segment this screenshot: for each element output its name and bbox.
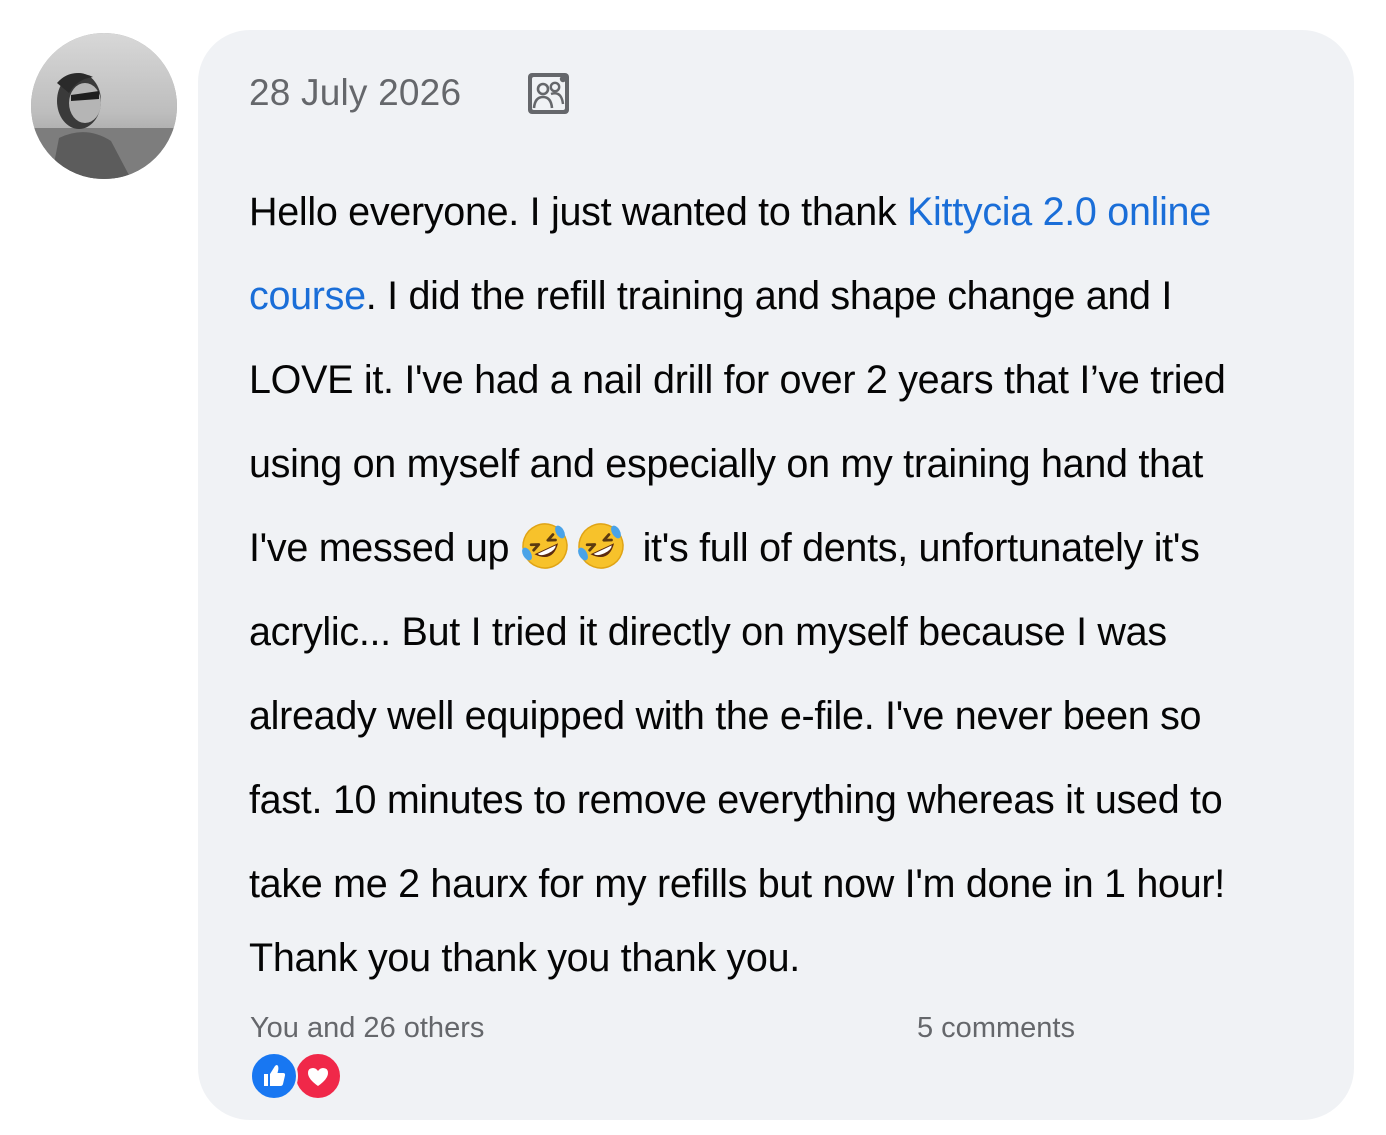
comments-count[interactable]: 5 comments (917, 1012, 1075, 1045)
rolling-on-floor-laughing-icon (576, 516, 626, 569)
post-body: Hello everyone. I just wanted to thank K… (249, 170, 1309, 1000)
post-body-line: take me 2 haurx for my refills but now I… (249, 862, 1225, 906)
post-card: 28 July 2026 Hello everyone. I just want… (198, 30, 1354, 1120)
love-icon (294, 1052, 342, 1100)
reaction-icons[interactable] (250, 1052, 350, 1100)
user-avatar[interactable] (31, 33, 177, 179)
post-text: it's full of dents, unfortunately it's (631, 526, 1200, 570)
reactions-summary[interactable]: You and 26 others (250, 1012, 484, 1045)
post-body-line: already well equipped with the e-file. I… (249, 694, 1202, 738)
rolling-on-floor-laughing-icon (520, 516, 570, 569)
post-body-line: Hello everyone. I just wanted to thank K… (249, 170, 1309, 254)
post-text: Hello everyone. I just wanted to thank (249, 190, 907, 234)
post-date[interactable]: 28 July 2026 (249, 72, 461, 114)
post-body-line: I've messed up it's full of dents, unfor… (249, 506, 1309, 590)
course-link-continued[interactable]: course (249, 274, 366, 318)
group-audience-icon (527, 72, 570, 115)
post-text: I've messed up (249, 526, 520, 570)
post-body-line: acrylic... But I tried it directly on my… (249, 610, 1167, 654)
post-body-line: Thank you thank you thank you. (249, 936, 800, 980)
course-link[interactable]: Kittycia 2.0 online (907, 190, 1211, 234)
post-text: . I did the refill training and shape ch… (365, 274, 1173, 318)
like-icon (250, 1052, 298, 1100)
post-body-line: using on myself and especially on my tra… (249, 442, 1204, 486)
post-body-line: course. I did the refill training and sh… (249, 254, 1309, 338)
post-body-line: fast. 10 minutes to remove everything wh… (249, 778, 1223, 822)
post-body-line: LOVE it. I've had a nail drill for over … (249, 358, 1226, 402)
